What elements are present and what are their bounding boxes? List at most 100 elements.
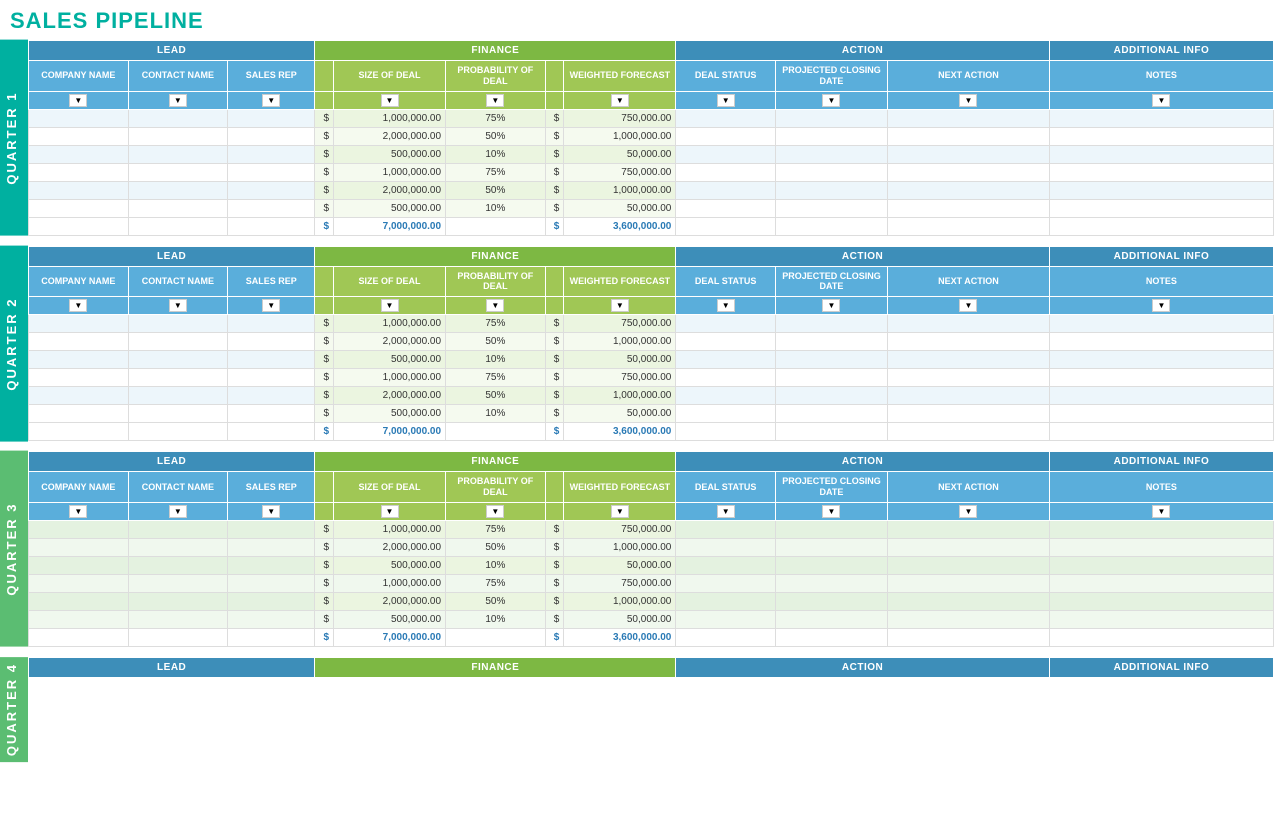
size-deal-cell: 500,000.00: [334, 610, 446, 628]
filter-company[interactable]: ▼: [29, 502, 129, 520]
filter-nextaction[interactable]: ▼: [888, 297, 1050, 315]
filter-projdate[interactable]: ▼: [775, 91, 887, 109]
filter-wforecast[interactable]: ▼: [564, 502, 676, 520]
company-cell: [29, 315, 129, 333]
filter-projdate[interactable]: ▼: [775, 502, 887, 520]
salesrep-cell: [228, 109, 315, 127]
contact-cell: [128, 333, 228, 351]
filter-projdate-btn[interactable]: ▼: [822, 299, 840, 312]
filter-dealstatus[interactable]: ▼: [676, 297, 776, 315]
company-cell: [29, 405, 129, 423]
filter-sizedeal-btn[interactable]: ▼: [381, 299, 399, 312]
salesrep-cell: [228, 520, 315, 538]
filter-company[interactable]: ▼: [29, 297, 129, 315]
filter-nextaction-btn[interactable]: ▼: [959, 94, 977, 107]
dollar2-sign-cell: $: [545, 574, 564, 592]
filter-company-btn[interactable]: ▼: [69, 94, 87, 107]
filter-sizedeal[interactable]: ▼: [334, 91, 446, 109]
filter-notes-btn[interactable]: ▼: [1152, 299, 1170, 312]
wforecast-col-header: WEIGHTED FORECAST: [564, 266, 676, 297]
size-deal-cell: 2,000,000.00: [334, 127, 446, 145]
filter-notes[interactable]: ▼: [1049, 297, 1273, 315]
filter-company-btn[interactable]: ▼: [69, 299, 87, 312]
size-deal-cell: 1,000,000.00: [334, 520, 446, 538]
filter-prob[interactable]: ▼: [446, 91, 546, 109]
company-cell: [29, 574, 129, 592]
filter-dealstatus-btn[interactable]: ▼: [717, 505, 735, 518]
quarter-4-partial: QUARTER 4 LEAD FINANCE ACTION ADDITIONAL…: [0, 657, 1274, 762]
filter-contact-btn[interactable]: ▼: [169, 94, 187, 107]
filter-salesrep-btn[interactable]: ▼: [262, 94, 280, 107]
dealstatus-col-header: DEAL STATUS: [676, 266, 776, 297]
quarter-4-label: QUARTER 4: [0, 657, 28, 762]
filter-dealstatus[interactable]: ▼: [676, 502, 776, 520]
wforecast-cell: 750,000.00: [564, 369, 676, 387]
salesrep-col-header: SALES REP: [228, 472, 315, 503]
total-dollar2-sign: $: [545, 628, 564, 646]
filter-salesrep-btn[interactable]: ▼: [262, 505, 280, 518]
filter-prob[interactable]: ▼: [446, 502, 546, 520]
filter-notes[interactable]: ▼: [1049, 91, 1273, 109]
filter-prob-btn[interactable]: ▼: [486, 299, 504, 312]
quarter-block-3: QUARTER 3 LEAD FINANCE ACTION ADDITIONAL…: [0, 451, 1274, 647]
filter-sizedeal-btn[interactable]: ▼: [381, 94, 399, 107]
filter-prob-btn[interactable]: ▼: [486, 94, 504, 107]
quarter-block-1: QUARTER 1 LEAD FINANCE ACTION ADDITIONAL…: [0, 40, 1274, 236]
filter-nextaction[interactable]: ▼: [888, 502, 1050, 520]
filter-dealstatus[interactable]: ▼: [676, 91, 776, 109]
filter-contact-btn[interactable]: ▼: [169, 505, 187, 518]
filter-dollar: [315, 91, 334, 109]
filter-projdate[interactable]: ▼: [775, 297, 887, 315]
filter-salesrep[interactable]: ▼: [228, 502, 315, 520]
filter-wforecast-btn[interactable]: ▼: [611, 299, 629, 312]
filter-sizedeal-btn[interactable]: ▼: [381, 505, 399, 518]
filter-company-btn[interactable]: ▼: [69, 505, 87, 518]
filter-dealstatus-btn[interactable]: ▼: [717, 94, 735, 107]
nextaction-cell: [888, 109, 1050, 127]
data-row: $ 2,000,000.00 50% $ 1,000,000.00: [29, 181, 1274, 199]
filter-dollar2: [545, 297, 564, 315]
finance-section-header: FINANCE: [315, 452, 676, 472]
dollar2-sign-cell: $: [545, 315, 564, 333]
section-header-row: LEAD FINANCE ACTION ADDITIONAL INFO: [29, 657, 1274, 677]
filter-wforecast[interactable]: ▼: [564, 297, 676, 315]
dollar2-sign-cell: $: [545, 333, 564, 351]
nextaction-col-header: NEXT ACTION: [888, 472, 1050, 503]
filter-notes-btn[interactable]: ▼: [1152, 505, 1170, 518]
contact-cell: [128, 315, 228, 333]
size-deal-cell: 2,000,000.00: [334, 181, 446, 199]
filter-prob[interactable]: ▼: [446, 297, 546, 315]
filter-contact-btn[interactable]: ▼: [169, 299, 187, 312]
filter-nextaction-btn[interactable]: ▼: [959, 505, 977, 518]
filter-contact[interactable]: ▼: [128, 502, 228, 520]
dealstatus-col-header: DEAL STATUS: [676, 472, 776, 503]
company-cell: [29, 333, 129, 351]
filter-salesrep[interactable]: ▼: [228, 91, 315, 109]
filter-prob-btn[interactable]: ▼: [486, 505, 504, 518]
filter-dealstatus-btn[interactable]: ▼: [717, 299, 735, 312]
filter-contact[interactable]: ▼: [128, 297, 228, 315]
filter-sizedeal[interactable]: ▼: [334, 502, 446, 520]
wforecast-cell: 1,000,000.00: [564, 387, 676, 405]
filter-wforecast-btn[interactable]: ▼: [611, 505, 629, 518]
nextaction-cell: [888, 592, 1050, 610]
filter-projdate-btn[interactable]: ▼: [822, 505, 840, 518]
filter-wforecast[interactable]: ▼: [564, 91, 676, 109]
filter-salesrep-btn[interactable]: ▼: [262, 299, 280, 312]
filter-salesrep[interactable]: ▼: [228, 297, 315, 315]
filter-nextaction-btn[interactable]: ▼: [959, 299, 977, 312]
total-size: 7,000,000.00: [334, 423, 446, 441]
contact-cell: [128, 351, 228, 369]
action-section-header: ACTION: [676, 246, 1049, 266]
filter-contact[interactable]: ▼: [128, 91, 228, 109]
filter-nextaction[interactable]: ▼: [888, 91, 1050, 109]
filter-projdate-btn[interactable]: ▼: [822, 94, 840, 107]
filter-sizedeal[interactable]: ▼: [334, 297, 446, 315]
filter-notes[interactable]: ▼: [1049, 502, 1273, 520]
company-cell: [29, 199, 129, 217]
filter-wforecast-btn[interactable]: ▼: [611, 94, 629, 107]
filter-notes-btn[interactable]: ▼: [1152, 94, 1170, 107]
filter-company[interactable]: ▼: [29, 91, 129, 109]
action-section-header: ACTION: [676, 41, 1049, 61]
contact-cell: [128, 387, 228, 405]
